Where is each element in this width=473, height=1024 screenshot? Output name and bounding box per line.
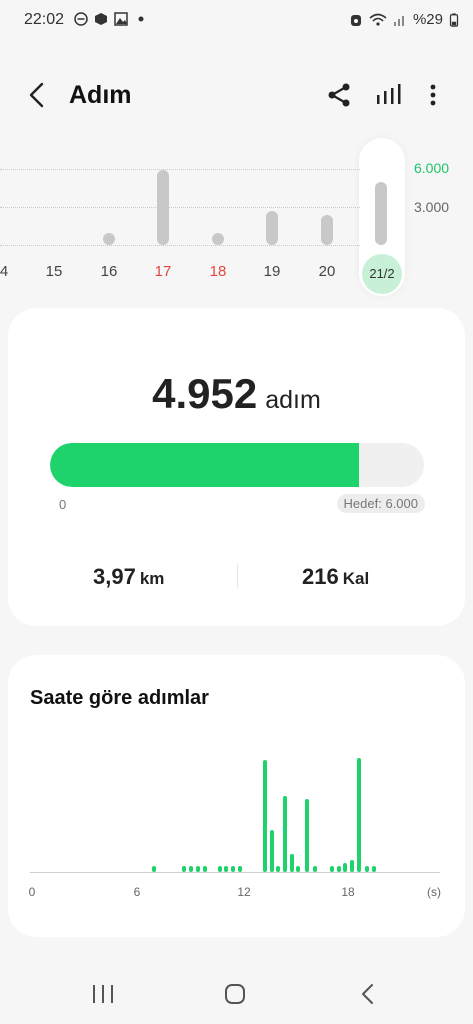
progress-min-label: 0	[59, 497, 67, 512]
gridline-3000	[0, 207, 360, 208]
hour-bar[interactable]	[202, 866, 207, 872]
summary-card: 4.952 adım 0 Hedef: 6.000 3,97 km 216 Kal	[8, 308, 465, 626]
hour-bar[interactable]	[231, 866, 235, 872]
goal-progress-bar	[50, 443, 424, 487]
status-right-icons: %29	[349, 11, 459, 28]
page-title: Adım	[69, 81, 132, 109]
navigation-bar	[0, 965, 473, 1024]
day-label-18[interactable]: 18	[198, 263, 238, 280]
calories-value: 216	[302, 564, 339, 589]
share-icon[interactable]	[324, 80, 354, 110]
hour-tick-label: 6	[133, 885, 141, 899]
steps-count: 4.952	[152, 370, 258, 417]
hour-bar[interactable]	[371, 866, 376, 872]
hour-bar[interactable]	[365, 866, 369, 872]
status-time: 22:02	[24, 11, 65, 28]
hour-bar[interactable]	[262, 759, 267, 872]
hourly-baseline	[30, 872, 440, 873]
day-bar-21-2[interactable]	[375, 182, 387, 245]
do-not-disturb-icon	[74, 12, 88, 26]
day-label-4[interactable]: 4	[0, 263, 24, 280]
hour-bar[interactable]	[313, 866, 318, 872]
day-bar-17[interactable]	[157, 170, 169, 245]
back-icon[interactable]	[22, 80, 52, 110]
hour-bar[interactable]	[195, 866, 200, 872]
hour-bar[interactable]	[152, 866, 157, 872]
hour-tick-label: (s)	[427, 885, 441, 899]
hour-bar[interactable]	[329, 866, 334, 872]
hour-bar[interactable]	[356, 758, 361, 872]
wifi-icon	[369, 13, 387, 26]
battery-level: %29	[412, 11, 443, 28]
goal-label: Hedef: 6.000	[336, 494, 425, 513]
chart-icon[interactable]	[374, 80, 404, 110]
day-label-15[interactable]: 15	[34, 263, 74, 280]
hourly-title: Saate göre adımlar	[30, 687, 209, 709]
hour-bar[interactable]	[336, 866, 341, 872]
hour-bar[interactable]	[237, 866, 242, 872]
signal-icon	[393, 15, 404, 26]
distance-value: 3,97	[93, 564, 136, 589]
day-bar-18[interactable]	[212, 233, 224, 245]
recent-apps-icon[interactable]	[88, 981, 118, 1007]
hour-bar[interactable]	[289, 854, 294, 872]
y-tick-6000: 6.000	[414, 160, 450, 176]
distance-unit: km	[139, 569, 165, 588]
hour-bar[interactable]	[349, 860, 354, 872]
battery-icon	[449, 12, 459, 27]
goal-progress-fill	[50, 443, 359, 487]
day-label-19[interactable]: 19	[252, 263, 292, 280]
day-bar-20[interactable]	[321, 214, 333, 245]
hour-bar[interactable]	[282, 795, 287, 872]
hour-bar[interactable]	[189, 866, 194, 872]
hour-tick-label: 18	[341, 885, 355, 899]
home-icon[interactable]	[220, 981, 250, 1007]
dot-icon	[138, 16, 144, 22]
hour-bar[interactable]	[276, 866, 281, 872]
hourly-steps-card[interactable]: Saate göre adımlar 0 6 12 18 (s)	[8, 655, 465, 937]
back-nav-icon[interactable]	[354, 981, 384, 1007]
hour-bar[interactable]	[304, 798, 309, 872]
calories-stat: 216 Kal	[302, 564, 369, 590]
hour-bar[interactable]	[343, 863, 348, 872]
gridline-0	[0, 245, 360, 246]
calories-unit: Kal	[342, 569, 370, 588]
hour-tick-label: 12	[237, 885, 251, 899]
app-bar: Adım	[0, 70, 473, 122]
hour-bar[interactable]	[269, 830, 274, 872]
alarm-icon	[350, 14, 361, 26]
weekly-steps-chart[interactable]: 6.000 3.000 21/2 4 15 16 17 18 19 20	[0, 138, 473, 298]
hour-bar[interactable]	[217, 866, 222, 872]
box-icon	[95, 13, 107, 25]
hour-tick-label: 0	[28, 885, 36, 899]
steps-unit: adım	[265, 386, 321, 414]
more-icon[interactable]	[418, 80, 448, 110]
selected-day-badge[interactable]: 21/2	[362, 254, 402, 294]
status-bar: 22:02 %29	[0, 0, 473, 44]
day-bar-16[interactable]	[103, 233, 115, 245]
y-tick-3000: 3.000	[414, 199, 450, 215]
day-bar-19[interactable]	[266, 210, 278, 245]
status-left-icons	[74, 12, 148, 26]
image-icon	[114, 12, 128, 26]
day-label-17[interactable]: 17	[143, 263, 183, 280]
day-label-16[interactable]: 16	[89, 263, 129, 280]
steps-total: 4.952 adım	[8, 370, 465, 418]
distance-stat: 3,97 km	[93, 564, 164, 590]
day-label-20[interactable]: 20	[307, 263, 347, 280]
stat-divider	[237, 564, 238, 588]
gridline-6000	[0, 169, 360, 170]
